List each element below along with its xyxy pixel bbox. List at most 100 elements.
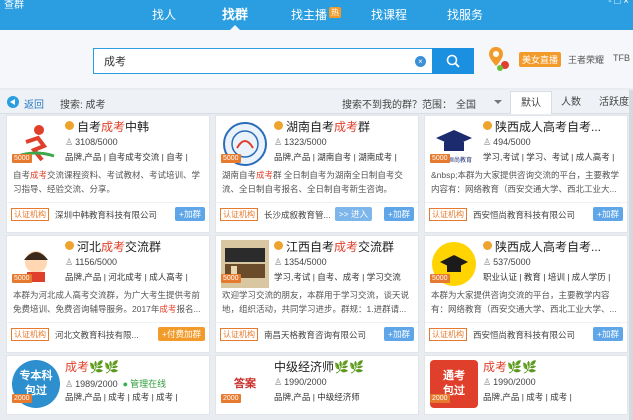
organization-name[interactable]: 西安恒尚教育科技有限公司: [473, 329, 585, 341]
group-name-prefix: 陕西成人高考自考...: [495, 120, 602, 134]
live-badge[interactable]: 美女直播: [519, 52, 562, 67]
group-description: 欢迎学习交流的朋友，本群用于学习交流，谈天说地，组织活动，共同学习进步。群规：1…: [222, 288, 416, 316]
group-name-highlight: 成考: [101, 240, 126, 254]
sort-tab-default[interactable]: 默认: [510, 91, 552, 114]
people-icon: ♙: [65, 137, 74, 147]
nav-find-streamer[interactable]: 找主播热: [291, 0, 342, 30]
group-tags: 品牌,产品 | 成考 | 成考 |: [483, 392, 572, 402]
nav-find-course[interactable]: 找课程: [371, 0, 407, 30]
range-select[interactable]: 全国: [456, 96, 502, 111]
level-badge: 5000: [430, 154, 450, 163]
member-count: ♙ 1990/2000: [483, 377, 536, 388]
member-count-value: 537/5000: [493, 257, 531, 267]
back-icon[interactable]: [7, 96, 19, 108]
enter-button[interactable]: >> 进入: [334, 207, 372, 221]
range-value: 全国: [456, 100, 476, 111]
join-group-button[interactable]: +加群: [175, 207, 205, 221]
member-count: ♙ 1323/5000: [274, 137, 327, 148]
member-count-value: 3108/5000: [75, 137, 118, 147]
group-card[interactable]: 答案 2000 中级经济师🌿🌿 ♙ 1990/2000 品牌,产品 | 中级经济师: [215, 355, 419, 415]
organization-name[interactable]: 西安恒尚教育科技有限公司: [473, 209, 585, 221]
sort-tab-activity[interactable]: 活跃度: [594, 91, 633, 114]
organization-name[interactable]: 南昌天格教育咨询有限公司: [264, 329, 376, 341]
location-pin-icon[interactable]: [487, 45, 511, 73]
not-found-link[interactable]: 搜索不到我的群？: [342, 96, 422, 111]
clear-icon[interactable]: ×: [415, 56, 426, 67]
window-controls[interactable]: - □ ×: [608, 0, 629, 7]
member-count-value: 494/5000: [493, 137, 531, 147]
scrollbar[interactable]: [629, 90, 633, 420]
people-icon: ♙: [483, 377, 492, 387]
group-card[interactable]: 5000 河北成考交流群 ♙ 1156/5000 品牌,产品 | 河北成考 | 成人高考…: [6, 235, 210, 353]
group-name[interactable]: 陕西成人高考自考...: [483, 238, 601, 255]
sort-tab-members[interactable]: 人数: [554, 91, 588, 114]
join-group-button[interactable]: +加群: [593, 207, 623, 221]
group-name[interactable]: 中级经济师🌿🌿: [274, 358, 364, 375]
level-badge: 5000: [12, 274, 32, 283]
member-count-value: 1989/2000: [75, 379, 118, 389]
group-tags: 品牌,产品 | 湖南自考 | 湖南成考 |: [274, 152, 397, 162]
range-label: 范围：: [422, 100, 452, 111]
group-tags: 学习,考试 | 学习、考试 | 成人高考 |: [483, 152, 615, 162]
level-badge: 5000: [221, 154, 241, 163]
group-tags: 品牌,产品 | 河北成考 | 成人高考 |: [65, 272, 188, 282]
join-group-button[interactable]: +加群: [384, 207, 414, 221]
nav-find-group[interactable]: 找群: [222, 0, 248, 30]
join-group-button[interactable]: +付费加群: [158, 327, 205, 341]
description-text-tail: 报名...: [176, 304, 201, 314]
organization-name[interactable]: 深圳中韩教育科技有限公司: [55, 209, 167, 221]
hot-badge: 热: [329, 7, 342, 18]
back-link[interactable]: 返回: [24, 96, 44, 111]
certified-badge: 认证机构: [11, 208, 49, 221]
group-description: 湖南自考成考群 全日制自考为湖南全日制自考交流、全日制自考报名、全日制自考新生咨…: [222, 168, 416, 196]
certified-badge: 认证机构: [220, 208, 258, 221]
group-card[interactable]: 通考 包过 2000 成考🌿🌿 ♙ 1990/2000 品牌,产品 | 成考 | 成考 |: [424, 355, 628, 415]
search-button[interactable]: [432, 48, 474, 74]
group-name-prefix: 中级经济师: [274, 360, 335, 374]
join-group-button[interactable]: +加群: [593, 327, 623, 341]
group-card[interactable]: 专本科 包过2000成考🌿🌿♙1989/2000 管理在线品牌,产品 | 成考 …: [6, 355, 210, 415]
level-badge: 5000: [430, 274, 450, 283]
search-zone: × 美女直播 王者荣耀 TFB: [0, 30, 633, 88]
group-name[interactable]: 河北成考交流群: [65, 238, 161, 255]
join-group-button[interactable]: +加群: [384, 327, 414, 341]
people-icon: ♙: [274, 257, 283, 267]
group-description: 自考成考交流课程资料、考试教材、考试培训、学习指导、经验交流、分享。: [13, 168, 207, 196]
tfb-link[interactable]: TFB: [613, 53, 630, 63]
chevron-down-icon: [494, 100, 502, 104]
people-icon: ♙: [274, 137, 283, 147]
group-name-highlight: 成考: [101, 120, 126, 134]
group-card[interactable]: 5000 自考成考中韩 ♙ 3108/5000 品牌,产品 | 自考成考交流 | 自考 …: [6, 115, 210, 233]
nav-find-service[interactable]: 找服务: [447, 0, 483, 30]
group-name-suffix: 交流群: [358, 240, 395, 254]
member-count: ♙1989/2000 管理在线: [65, 377, 166, 390]
group-name-suffix: 🌿🌿: [334, 360, 364, 374]
group-name[interactable]: 湖南自考成考群: [274, 118, 370, 135]
verified-icon: [483, 241, 492, 250]
group-tags: 职业认证 | 教育 | 培训 | 成人学历 |: [483, 272, 611, 282]
description-text: &nbsp;本群为大家提供咨询交流的平台，主要教学内容有：网络教育（西安交通大学…: [431, 170, 619, 194]
game-link[interactable]: 王者荣耀: [568, 53, 604, 66]
member-count-value: 1323/5000: [284, 137, 327, 147]
group-name[interactable]: 自考成考中韩: [65, 118, 149, 135]
organization-name[interactable]: 河北文教育科技有限...: [55, 329, 167, 341]
group-name[interactable]: 成考🌿🌿: [483, 358, 537, 375]
group-card[interactable]: 5000 陕西成人高考自考... ♙ 537/5000 职业认证 | 教育 | 培训 |…: [424, 235, 628, 353]
group-tags: 品牌,产品 | 自考成考交流 | 自考 |: [65, 152, 188, 162]
level-badge: 2000: [221, 394, 241, 403]
search-input[interactable]: [94, 49, 394, 73]
group-name[interactable]: 江西自考成考交流群: [274, 238, 394, 255]
description-text: 本群为大家提供咨询交流的平台，主要教学内容有：网络教育（西安交通大学、西北工业大…: [431, 290, 617, 314]
nav-find-people[interactable]: 找人: [152, 0, 176, 30]
group-card[interactable]: 5000 江西自考成考交流群 ♙ 1354/5000 学习,考试 | 自考、成考 | 学…: [215, 235, 419, 353]
group-card[interactable]: 5000 湖南自考成考群 ♙ 1323/5000 品牌,产品 | 湖南自考 | 湖南成考…: [215, 115, 419, 233]
description-highlight: 成考: [159, 304, 177, 314]
group-card[interactable]: 西安恒尚教育 5000 陕西成人高考自考... ♙ 494/5000 学习,考试 | 学习…: [424, 115, 628, 233]
group-name-suffix: 交流群: [125, 240, 162, 254]
group-name[interactable]: 陕西成人高考自考...: [483, 118, 601, 135]
card-footer: 认证机构 西安恒尚教育科技有限公司 +加群: [425, 202, 627, 224]
level-badge: 5000: [12, 154, 32, 163]
member-count: ♙ 1354/5000: [274, 257, 327, 268]
group-name[interactable]: 成考🌿🌿: [65, 358, 119, 375]
group-name-prefix: 自考: [77, 120, 102, 134]
